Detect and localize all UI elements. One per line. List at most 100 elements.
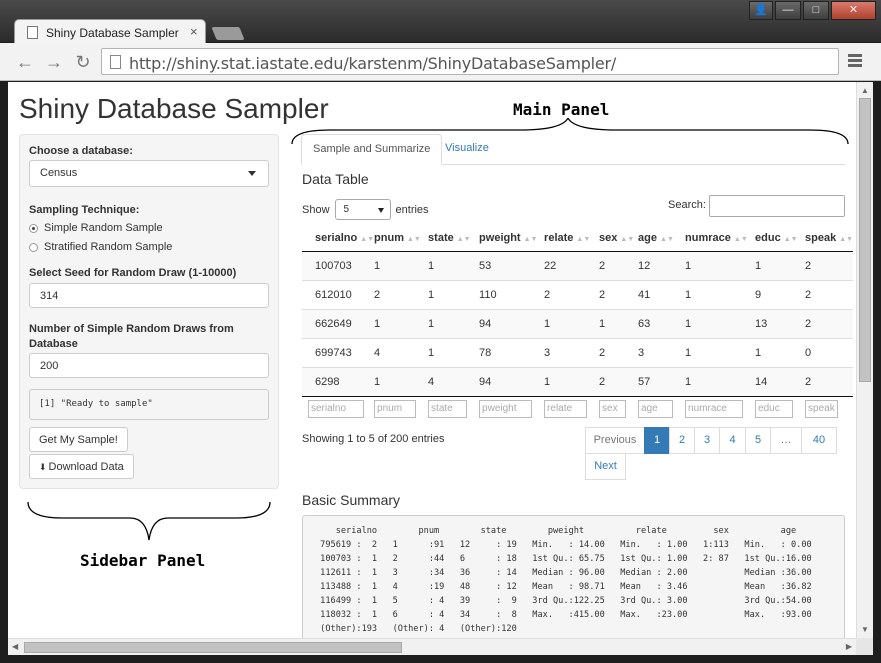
table-cell: 1 bbox=[544, 308, 600, 338]
seed-input[interactable]: 314 bbox=[29, 283, 269, 308]
sort-icon[interactable]: ▲▼ bbox=[524, 236, 538, 243]
page-button[interactable]: 4 bbox=[719, 427, 746, 454]
minimize-button[interactable]: — bbox=[775, 1, 801, 20]
column-header-label: educ bbox=[755, 231, 781, 244]
close-tab-icon[interactable]: × bbox=[190, 24, 198, 39]
browser-tab[interactable]: Shiny Database Sampler × bbox=[14, 19, 206, 44]
tab-sample-and-summarize[interactable]: Sample and Summarize bbox=[301, 134, 443, 165]
previous-page-button[interactable]: Previous bbox=[585, 427, 645, 454]
sort-icon[interactable]: ▲▼ bbox=[407, 236, 421, 243]
page-button[interactable]: 3 bbox=[694, 427, 720, 454]
table-cell: 3 bbox=[638, 337, 686, 367]
scroll-up-icon[interactable]: ▲ bbox=[861, 86, 869, 95]
search-input[interactable] bbox=[709, 195, 845, 217]
column-header[interactable]: pnum ▲▼ bbox=[374, 225, 429, 252]
page-button[interactable]: 40 bbox=[801, 427, 837, 454]
radio-stratified-random[interactable]: Stratified Random Sample bbox=[29, 241, 172, 253]
scroll-left-icon[interactable]: ◀ bbox=[12, 642, 18, 651]
next-page-button[interactable]: Next bbox=[585, 453, 626, 480]
reload-icon[interactable]: ↻ bbox=[72, 52, 94, 72]
forward-arrow-icon[interactable]: → bbox=[43, 52, 65, 72]
table-row[interactable]: 662649 1 1 94 1 1 63 1 13 2 bbox=[302, 308, 854, 338]
sort-icon[interactable]: ▲▼ bbox=[784, 236, 798, 243]
column-filter-input[interactable]: serialno bbox=[308, 400, 364, 419]
table-cell: 1 bbox=[428, 308, 480, 338]
database-select[interactable]: Census bbox=[29, 160, 269, 187]
horizontal-scrollbar[interactable]: ◀ ▶ bbox=[8, 638, 856, 655]
download-button[interactable]: ⬇ Download Data bbox=[29, 454, 134, 479]
sort-icon[interactable]: ▲▼ bbox=[734, 236, 748, 243]
column-filter-input[interactable]: state bbox=[428, 400, 468, 419]
vertical-scrollbar[interactable]: ▲ ▼ bbox=[856, 82, 873, 638]
column-header[interactable]: educ ▲▼ bbox=[755, 225, 806, 252]
menu-icon[interactable] bbox=[848, 54, 862, 68]
table-cell: 2 bbox=[805, 366, 854, 396]
sort-icon[interactable]: ▲▼ bbox=[660, 236, 674, 243]
table-row[interactable]: 6298 1 4 94 1 2 57 1 14 2 bbox=[302, 366, 854, 396]
table-row[interactable]: 699743 4 1 78 3 2 3 1 1 0 bbox=[302, 337, 854, 367]
new-tab-button[interactable] bbox=[211, 27, 245, 40]
main-panel-annotation: Main Panel bbox=[513, 100, 610, 119]
table-cell: 2 bbox=[805, 279, 854, 309]
draws-input[interactable]: 200 bbox=[29, 353, 269, 378]
user-icon[interactable]: 👤 bbox=[749, 1, 773, 20]
table-cell: 1 bbox=[755, 250, 806, 280]
table-cell: 2 bbox=[544, 279, 600, 309]
table-cell: 94 bbox=[479, 366, 545, 396]
page-button[interactable]: 5 bbox=[745, 427, 771, 454]
browser-toolbar: ← → ↻ http://shiny.stat.iastate.edu/kars… bbox=[0, 43, 881, 81]
scroll-thumb[interactable] bbox=[24, 642, 402, 653]
tab-visualize[interactable]: Visualize bbox=[434, 134, 500, 165]
sort-icon[interactable]: ▲▼ bbox=[360, 236, 374, 243]
technique-label: Sampling Technique: bbox=[29, 204, 140, 216]
column-filter-input[interactable]: numrace bbox=[685, 400, 744, 419]
sort-icon[interactable]: ▲▼ bbox=[457, 236, 471, 243]
column-header[interactable]: serialno ▲▼ bbox=[302, 225, 375, 252]
column-header[interactable]: sex ▲▼ bbox=[599, 225, 639, 252]
column-header-label: sex bbox=[599, 231, 618, 244]
table-cell: 100703 bbox=[302, 250, 375, 280]
column-filter-input[interactable]: age bbox=[638, 400, 674, 419]
radio-label: Stratified Random Sample bbox=[44, 241, 173, 253]
table-cell: 0 bbox=[805, 337, 854, 367]
scroll-down-icon[interactable]: ▼ bbox=[861, 625, 869, 634]
back-arrow-icon[interactable]: ← bbox=[14, 52, 36, 72]
column-header-label: speak bbox=[805, 231, 837, 244]
radio-unselected-icon[interactable] bbox=[29, 242, 38, 252]
close-window-button[interactable]: ✕ bbox=[831, 1, 876, 20]
address-bar[interactable]: http://shiny.stat.iastate.edu/karstenm/S… bbox=[101, 48, 839, 75]
table-cell: 2 bbox=[805, 250, 854, 280]
caret-down-icon bbox=[248, 171, 256, 176]
table-cell: 1 bbox=[374, 366, 429, 396]
sort-icon[interactable]: ▲▼ bbox=[576, 236, 590, 243]
table-row[interactable]: 100703 1 1 53 22 2 12 1 1 2 bbox=[302, 250, 854, 280]
column-filter-input[interactable]: relate bbox=[544, 400, 588, 419]
column-header[interactable]: numrace ▲▼ bbox=[685, 225, 756, 252]
column-header[interactable]: relate ▲▼ bbox=[544, 225, 600, 252]
table-cell: 13 bbox=[755, 308, 806, 338]
column-filter-input[interactable]: speak bbox=[805, 400, 839, 419]
entries-select[interactable]: 5 bbox=[334, 199, 391, 220]
url-text[interactable]: http://shiny.stat.iastate.edu/karstenm/S… bbox=[129, 54, 616, 73]
page-button[interactable]: 1 bbox=[644, 427, 670, 454]
radio-simple-random[interactable]: Simple Random Sample bbox=[29, 222, 163, 234]
column-header[interactable]: speak ▲▼ bbox=[805, 225, 854, 252]
radio-selected-icon[interactable] bbox=[29, 223, 38, 233]
table-row[interactable]: 612010 2 1 110 2 2 41 1 9 2 bbox=[302, 279, 854, 309]
sort-icon[interactable]: ▲▼ bbox=[839, 236, 853, 243]
page-button[interactable]: 2 bbox=[669, 427, 695, 454]
table-cell: 2 bbox=[805, 308, 854, 338]
column-header[interactable]: age ▲▼ bbox=[638, 225, 686, 252]
column-header[interactable]: pweight ▲▼ bbox=[479, 225, 545, 252]
maximize-button[interactable]: □ bbox=[803, 1, 829, 20]
scroll-thumb[interactable] bbox=[859, 98, 871, 382]
column-filter-input[interactable]: pweight bbox=[479, 400, 533, 419]
column-header[interactable]: state ▲▼ bbox=[428, 225, 480, 252]
column-filter-input[interactable]: pnum bbox=[374, 400, 417, 419]
scroll-right-icon[interactable]: ▶ bbox=[846, 642, 852, 651]
column-filter-input[interactable]: educ bbox=[755, 400, 794, 419]
get-sample-button[interactable]: Get My Sample! bbox=[29, 427, 128, 452]
table-cell: 57 bbox=[638, 366, 686, 396]
column-filter-input[interactable]: sex bbox=[599, 400, 627, 419]
sort-icon[interactable]: ▲▼ bbox=[620, 236, 634, 243]
